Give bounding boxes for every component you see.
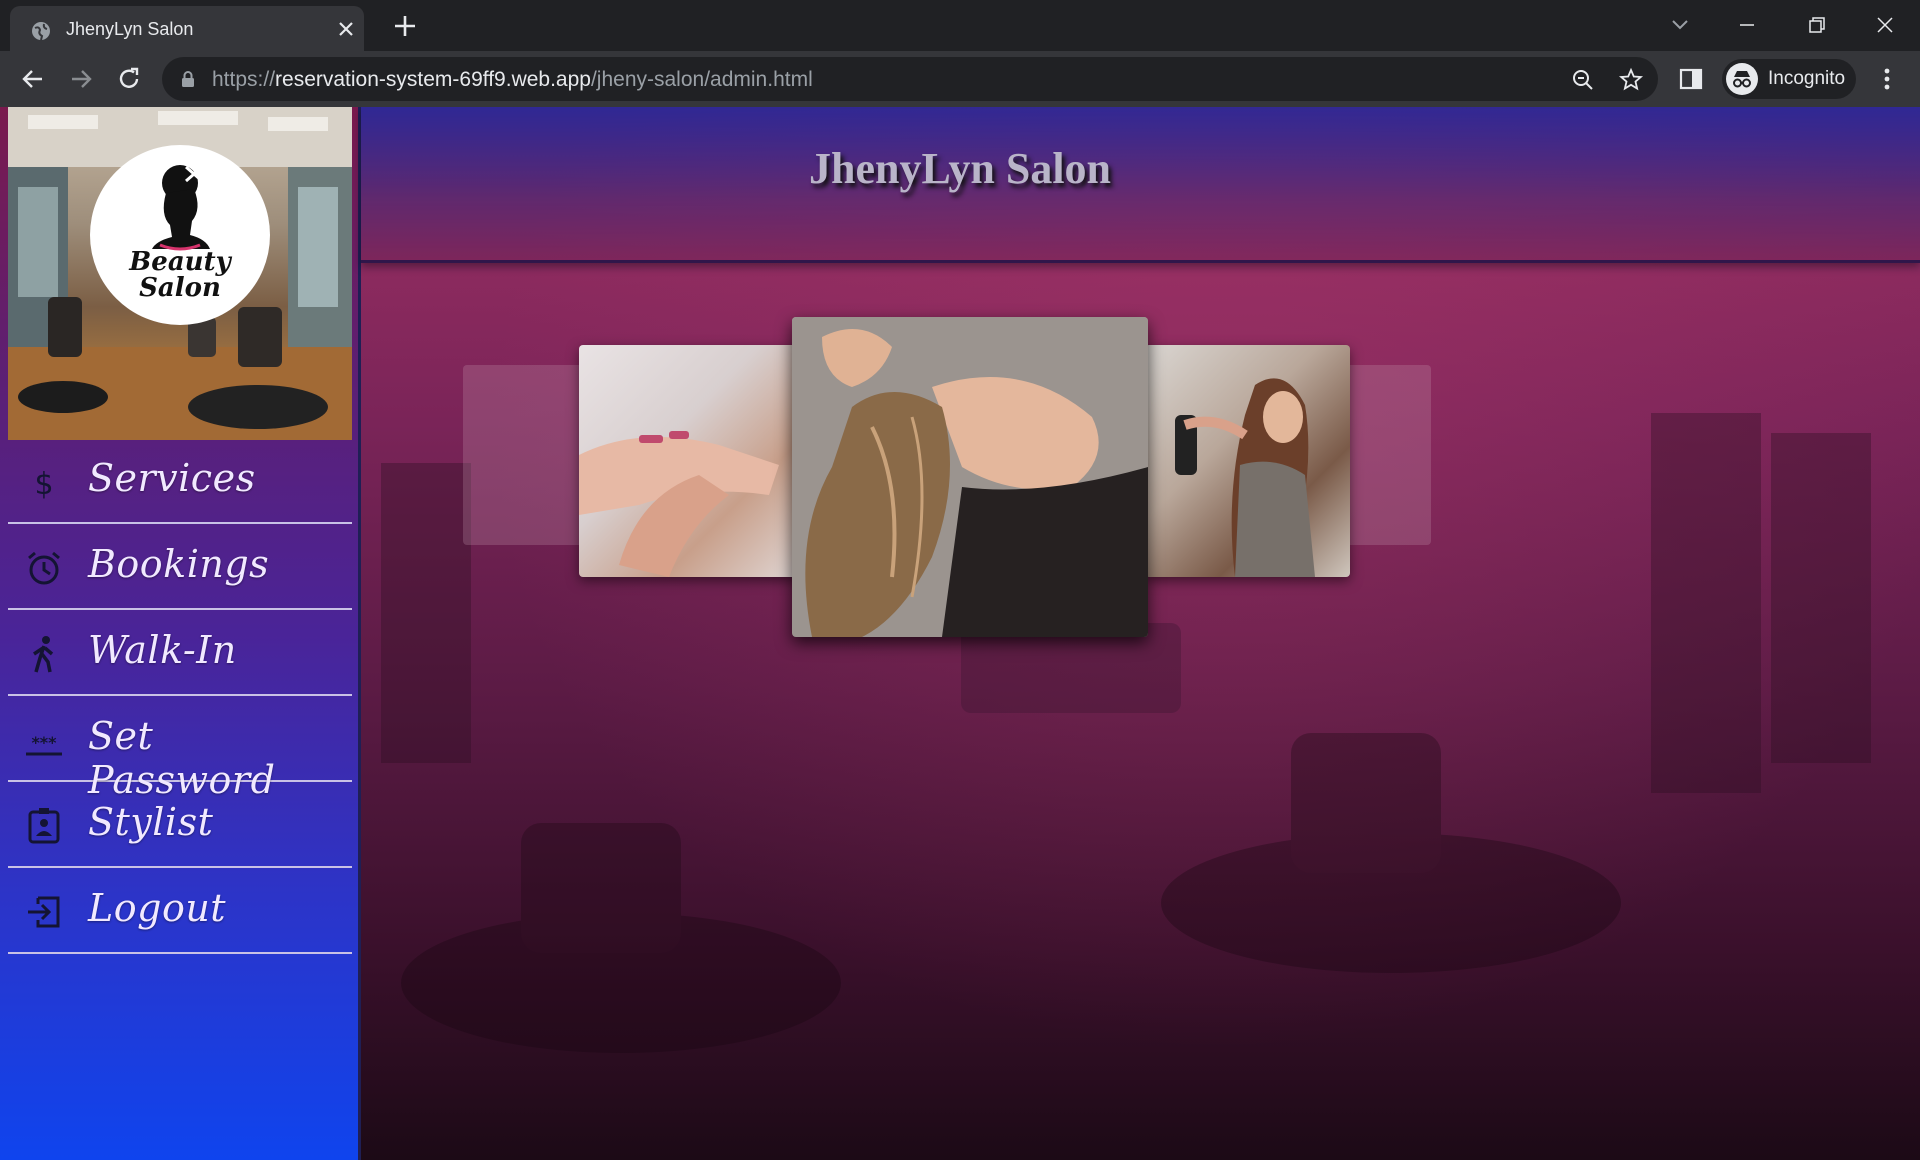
sidebar-item-label: Services	[88, 456, 256, 500]
tab-title: JhenyLyn Salon	[66, 19, 194, 39]
restore-icon[interactable]	[1802, 10, 1832, 40]
sidebar-menu: $ Services Bookings Walk-In *** Set Pass…	[8, 440, 352, 956]
incognito-label: Incognito	[1768, 68, 1846, 89]
salon-hero-image: Beauty Salon	[8, 107, 352, 440]
main-content: JhenyLyn Salon	[361, 107, 1920, 1160]
hair-styling-photo	[1175, 378, 1315, 577]
carousel-slide-hair-washing[interactable]	[792, 317, 1148, 637]
alarm-clock-icon	[28, 551, 60, 585]
page-header: JhenyLyn Salon	[361, 107, 1920, 263]
chevron-down-icon[interactable]	[1667, 12, 1693, 38]
svg-text:$: $	[34, 467, 53, 502]
carousel-slide-pedicure[interactable]	[579, 345, 799, 577]
id-badge-icon	[28, 808, 60, 844]
url-host: reservation-system-69ff9.web.app	[275, 68, 591, 91]
hair-washing-photo	[792, 317, 1148, 637]
sidebar: Beauty Salon $ Services Bookings Walk-In…	[0, 107, 361, 1160]
back-arrow-icon[interactable]	[18, 64, 48, 94]
browser-tab[interactable]: JhenyLyn Salon	[10, 6, 364, 51]
url-path: /jheny-salon/admin.html	[590, 68, 813, 91]
carousel-slide-hair-styling[interactable]	[1145, 345, 1350, 577]
url-scheme: https://	[212, 68, 276, 91]
logout-icon	[28, 896, 60, 928]
close-window-icon[interactable]	[1870, 10, 1900, 40]
salon-logo: Beauty Salon	[90, 145, 270, 325]
browser-tab-strip: JhenyLyn Salon	[0, 0, 1920, 51]
forward-arrow-icon[interactable]	[66, 64, 96, 94]
minimize-icon[interactable]	[1732, 10, 1762, 40]
sidebar-item-walk-in[interactable]: Walk-In	[8, 612, 352, 696]
new-tab-icon[interactable]	[392, 13, 418, 39]
sidebar-item-logout[interactable]: Logout	[8, 870, 352, 954]
dollar-icon: $	[34, 467, 53, 502]
sidebar-item-stylist[interactable]: Stylist	[8, 784, 352, 868]
pedicure-photo	[579, 431, 779, 577]
zoom-icon[interactable]	[1570, 67, 1596, 93]
sidebar-item-label: Walk-In	[88, 628, 237, 672]
page-content: Beauty Salon $ Services Bookings Walk-In…	[0, 107, 1920, 1160]
lock-icon[interactable]	[180, 70, 196, 88]
password-asterisks-icon: ***	[26, 733, 62, 756]
reload-icon[interactable]	[114, 64, 144, 94]
incognito-icon	[1726, 63, 1758, 95]
sidebar-item-bookings[interactable]: Bookings	[8, 526, 352, 610]
salon-logo-text: Beauty Salon	[129, 247, 231, 303]
sidebar-item-set-password[interactable]: *** Set Password	[8, 698, 352, 802]
side-panel-icon[interactable]	[1677, 65, 1705, 93]
carousel-slide-far-left[interactable]	[463, 365, 593, 545]
address-bar[interactable]: https://reservation-system-69ff9.web.app…	[162, 57, 1658, 101]
sidebar-item-label: Stylist	[88, 800, 214, 844]
walking-person-icon	[33, 636, 54, 673]
sidebar-item-services[interactable]: $ Services	[8, 440, 352, 524]
svg-text:***: ***	[31, 733, 57, 752]
page-title: JhenyLyn Salon	[808, 144, 1112, 193]
sidebar-item-label: Logout	[88, 886, 227, 930]
url-text[interactable]: https://reservation-system-69ff9.web.app…	[212, 68, 813, 92]
sidebar-item-label: Bookings	[88, 542, 270, 586]
browser-toolbar: https://reservation-system-69ff9.web.app…	[0, 51, 1920, 107]
close-tab-icon[interactable]	[336, 19, 356, 39]
star-bookmark-icon[interactable]	[1618, 67, 1644, 93]
more-menu-icon[interactable]	[1874, 65, 1900, 93]
incognito-profile-button[interactable]: Incognito	[1722, 59, 1856, 99]
globe-icon	[32, 22, 50, 41]
